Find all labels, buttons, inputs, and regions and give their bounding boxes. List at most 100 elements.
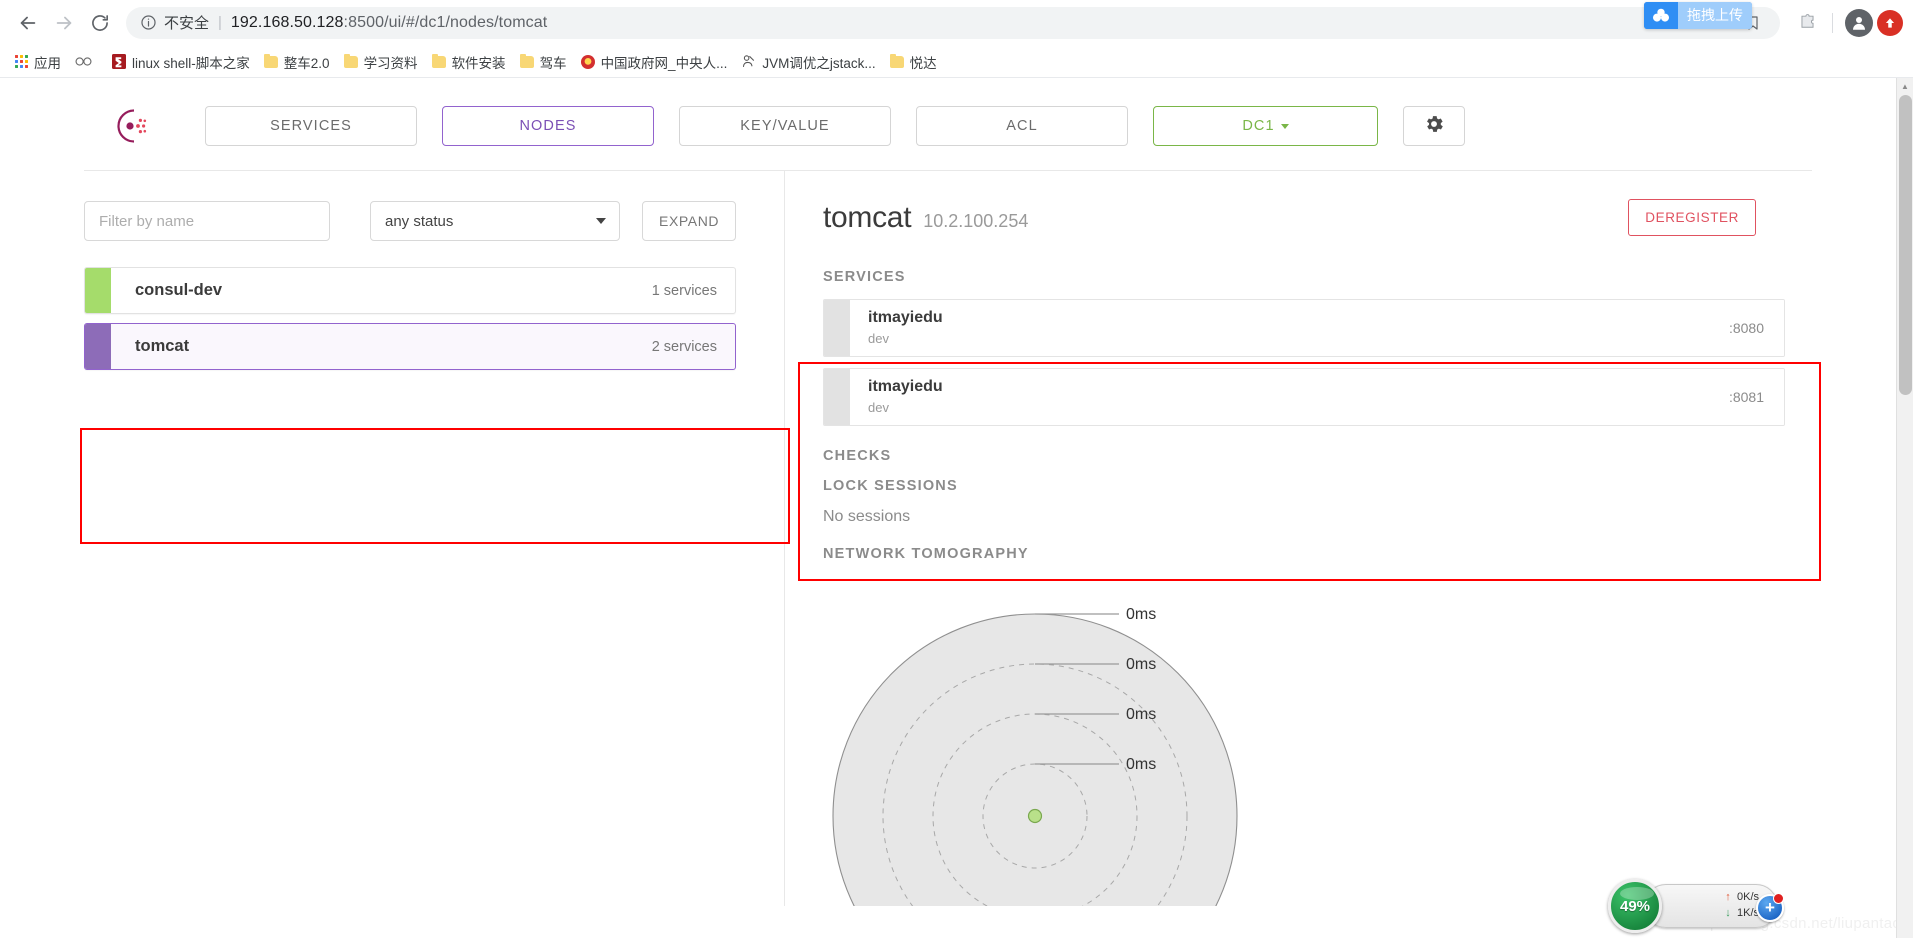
profile-avatar-icon[interactable]	[1845, 8, 1873, 37]
node-detail-panel: tomcat 10.2.100.254 DEREGISTER SERVICES …	[784, 171, 1812, 906]
url-text: 192.168.50.128:8500/ui/#/dc1/nodes/tomca…	[231, 14, 547, 32]
node-row-tomcat[interactable]: tomcat 2 services	[84, 323, 736, 370]
svg-text:0ms: 0ms	[1126, 706, 1156, 723]
tab-acl[interactable]: ACL	[916, 106, 1128, 146]
service-info: itmayiedu dev	[850, 369, 1729, 425]
status-filter-value: any status	[385, 212, 454, 230]
node-filters: any status EXPAND	[84, 201, 762, 241]
bookmark-folder-ruanjian[interactable]: 软件安装	[425, 49, 513, 75]
person-icon	[741, 54, 756, 69]
reload-icon[interactable]	[82, 5, 118, 41]
service-status-indicator	[824, 369, 850, 425]
service-port: :8080	[1728, 300, 1784, 356]
bookmark-jvm-jstack[interactable]: JVM调优之jstack...	[734, 49, 882, 75]
consul-logo[interactable]	[84, 104, 180, 148]
scrollbar-thumb[interactable]	[1899, 95, 1912, 395]
url-path: :8500/ui/#/dc1/nodes/tomcat	[343, 13, 548, 31]
netspeed-add-button[interactable]: +	[1756, 893, 1784, 922]
gloss-highlight	[1620, 887, 1654, 900]
network-tomography-label: NETWORK TOMOGRAPHY	[823, 546, 1029, 562]
bookmark-label: JVM调优之jstack...	[762, 55, 876, 71]
scroll-up-arrow-icon[interactable]: ▲	[1897, 78, 1913, 95]
arrow-up-icon: ↑	[1725, 891, 1731, 904]
toolbar-divider	[1832, 12, 1833, 33]
notification-dot	[1773, 893, 1784, 904]
bookmark-goggles[interactable]	[68, 49, 105, 75]
service-name: itmayiedu	[868, 308, 943, 326]
apps-grid-icon	[15, 55, 28, 68]
goggles-icon	[75, 56, 92, 67]
deregister-button[interactable]: DEREGISTER	[1628, 199, 1756, 236]
node-name: tomcat	[135, 337, 190, 355]
consul-body: any status EXPAND consul-dev 1 services	[84, 171, 1812, 906]
node-service-count: 1 services	[651, 282, 717, 299]
node-list: consul-dev 1 services tomcat 2 services	[84, 267, 736, 370]
services-list: itmayiedu dev :8080 itmayiedu dev :8081	[823, 299, 1785, 426]
datacenter-label: DC1	[1242, 118, 1275, 134]
bookmark-folder-yueda[interactable]: 悦达	[883, 49, 944, 75]
node-status-indicator	[85, 268, 111, 313]
chrome-right-controls	[1790, 8, 1903, 37]
tab-label: NODES	[519, 118, 577, 134]
services-section-label: SERVICES	[823, 269, 906, 285]
bookmark-apps[interactable]: 应用	[8, 49, 68, 75]
netspeed-percent-circle[interactable]: 49%	[1608, 879, 1662, 933]
lock-sessions-section-label: LOCK SESSIONS	[823, 478, 958, 494]
svg-text:0ms: 0ms	[1126, 756, 1156, 773]
tab-nodes[interactable]: NODES	[442, 106, 654, 146]
extension-puzzle-icon[interactable]	[1794, 10, 1820, 36]
service-row[interactable]: itmayiedu dev :8080	[823, 299, 1785, 357]
chevron-down-icon	[596, 218, 606, 224]
filter-by-name-input[interactable]	[84, 201, 330, 241]
node-address: 10.2.100.254	[923, 211, 1029, 231]
settings-button[interactable]	[1403, 106, 1465, 146]
folder-icon	[263, 53, 278, 68]
bookmark-folder-xuexiziliao[interactable]: 学习资料	[337, 49, 425, 75]
node-row-consul-dev[interactable]: consul-dev 1 services	[84, 267, 736, 314]
forward-arrow-icon	[46, 5, 82, 41]
page-scrollbar[interactable]: ▲	[1896, 78, 1913, 938]
info-circle-icon[interactable]	[140, 14, 157, 31]
service-info: itmayiedu dev	[850, 300, 1729, 356]
china-gov-icon	[580, 54, 595, 69]
tab-label: SERVICES	[270, 118, 352, 134]
node-name: consul-dev	[135, 281, 223, 299]
expand-button[interactable]: EXPAND	[642, 201, 737, 241]
node-status-indicator	[85, 324, 111, 369]
bookmark-folder-jiache[interactable]: 驾车	[513, 49, 574, 75]
bookmark-linux-shell[interactable]: linux shell-脚本之家	[105, 49, 257, 75]
tab-services[interactable]: SERVICES	[205, 106, 417, 146]
chrome-update-icon[interactable]	[1877, 9, 1903, 36]
bookmark-label: 中国政府网_中央人...	[600, 55, 728, 71]
bookmark-folder-zhengche[interactable]: 整车2.0	[257, 49, 337, 75]
tab-key-value[interactable]: KEY/VALUE	[679, 106, 891, 146]
consul-header-nav: SERVICES NODES KEY/VALUE ACL DC1	[84, 78, 1812, 171]
network-speed-widget[interactable]: ↑ 0K/s ↓ 1K/s 49% +	[1608, 878, 1784, 934]
service-row[interactable]: itmayiedu dev :8081	[823, 368, 1785, 426]
url-host: 192.168.50.128	[230, 13, 344, 31]
netdisk-upload-badge[interactable]: 拖拽上传	[1644, 2, 1752, 29]
browser-toolbar: 不安全 | 192.168.50.128:8500/ui/#/dc1/nodes…	[0, 0, 1913, 46]
deregister-label: DEREGISTER	[1645, 210, 1739, 225]
bookmark-label: linux shell-脚本之家	[132, 55, 250, 71]
netspeed-download-row: ↓ 1K/s	[1679, 906, 1759, 922]
status-filter-select[interactable]: any status	[370, 201, 620, 241]
tab-label: ACL	[1006, 118, 1038, 134]
datacenter-selector[interactable]: DC1	[1153, 106, 1378, 146]
back-arrow-icon[interactable]	[10, 5, 46, 41]
checks-section-label: CHECKS	[823, 448, 892, 464]
nodes-list-panel: any status EXPAND consul-dev 1 services	[84, 171, 784, 906]
no-sessions-text: No sessions	[823, 508, 911, 525]
omnibox-separator: |	[218, 14, 222, 31]
node-service-count: 2 services	[651, 338, 717, 355]
netdisk-cloud-icon	[1644, 2, 1678, 29]
bookmark-china-gov[interactable]: 中国政府网_中央人...	[574, 49, 735, 75]
browser-chrome: 不安全 | 192.168.50.128:8500/ui/#/dc1/nodes…	[0, 0, 1913, 78]
bookmark-label: 应用	[34, 55, 61, 71]
bookmark-label: 学习资料	[363, 55, 418, 71]
service-name: itmayiedu	[868, 377, 943, 395]
tab-label: KEY/VALUE	[740, 118, 830, 134]
gear-icon	[1423, 113, 1445, 139]
address-bar[interactable]: 不安全 | 192.168.50.128:8500/ui/#/dc1/nodes…	[126, 6, 1780, 39]
consul-app: SERVICES NODES KEY/VALUE ACL DC1 Filter …	[0, 78, 1896, 906]
